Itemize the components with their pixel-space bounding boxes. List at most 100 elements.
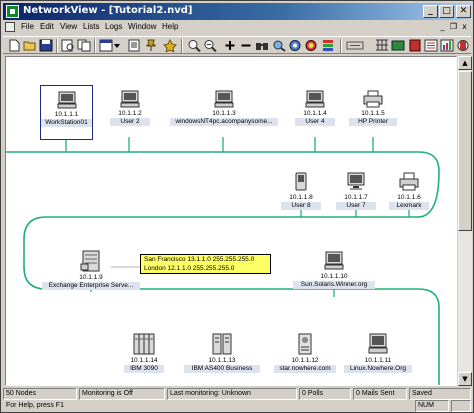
status-last-monitoring: Last monitoring: Unknown [167,388,297,400]
zoom-out-icon[interactable] [203,39,217,52]
node-ip: 10.1.1.10 [320,273,348,280]
node-name: Linux.Nowhere.Org [344,365,412,373]
printer-icon [399,172,419,191]
menu-logs[interactable]: Logs [105,22,122,31]
list-icon[interactable] [346,39,364,52]
node-exchange-server[interactable]: 10.1.1.9 Exchange Enterprise Serve... [42,250,140,290]
status-saved: Saved [409,388,471,400]
node-windowsnt4pc[interactable]: 10.1.1.3 windowsNT4pc.acompanysome... [170,90,278,126]
workstation-icon [368,333,388,354]
menu-window[interactable]: Window [128,22,156,31]
node-ip: 10.1.1.8 [289,194,313,201]
node-hp-printer[interactable]: 10.1.1.5 HP Printer [349,90,397,126]
discover-icon[interactable] [272,39,286,52]
properties-icon[interactable] [127,39,141,52]
pin-icon[interactable] [144,39,158,52]
settings-icon[interactable] [321,39,335,52]
node-sun-solaris[interactable]: 10.1.1.10 Sun.Solaris.Winner.org [293,251,375,289]
node-star-nowhere[interactable]: 10.1.1.12 star.nowhere.com [274,333,336,373]
help-text: For Help, press F1 [6,402,64,409]
toolbar [3,36,471,54]
network-map-canvas[interactable]: 10.1.1.1 WorkStation01 10.1.1.2 User 2 1… [5,56,457,386]
app-window: NetworkView - [Tutorial2.nvd] _ □ ✕ File… [0,0,474,413]
close-button[interactable]: ✕ [456,5,471,18]
document-icon[interactable] [5,22,15,32]
find-icon[interactable] [255,39,269,52]
node-ip: 10.1.1.11 [364,357,392,364]
add-icon[interactable] [223,39,237,52]
node-name: IBM AS400 Business [184,365,260,373]
node-lexmark[interactable]: 10.1.1.6 Lexmark [389,172,429,210]
menu-lists[interactable]: Lists [83,22,99,31]
doc-close-button[interactable]: x [460,22,469,32]
status-polls: 0 Polls [299,388,351,400]
node-name: Lexmark [389,202,429,210]
tooltip-line-1: San Francisco 13.1.1.0 255.255.255.0 [144,256,255,263]
scroll-down-arrow-icon[interactable]: ▼ [458,372,472,386]
chart-icon[interactable] [440,39,454,52]
dropdown-icon[interactable] [113,39,121,52]
workstation-icon [324,251,344,270]
node-ibm-3090[interactable]: 10.1.1.14 IBM 3090 [124,333,164,373]
node-user8[interactable]: 10.1.1.8 User 8 [281,172,321,210]
save-icon[interactable] [39,39,53,52]
node-ip: 10.1.1.4 [303,110,327,117]
node-user2[interactable]: 10.1.1.2 User 2 [110,90,150,126]
new-icon[interactable] [7,39,21,52]
graph-icon[interactable] [304,39,318,52]
node-ip: 10.1.1.13 [208,357,236,364]
help-icon[interactable] [456,39,470,52]
node-name: windowsNT4pc.acompanysome... [170,118,278,126]
mainframe-icon [133,333,155,355]
status-blank-panel [451,400,471,412]
help-bar: For Help, press F1 NUM [3,400,471,412]
node-ip: 10.1.1.5 [361,110,385,117]
node-workstation01[interactable]: 10.1.1.1 WorkStation01 [40,85,93,140]
vertical-scrollbar[interactable]: ▲ ▼ [458,56,472,386]
doc-restore-button[interactable]: ❐ [449,22,458,32]
title-bar[interactable]: NetworkView - [Tutorial2.nvd] _ □ ✕ [3,3,471,20]
as400-icon [212,333,232,355]
book-icon[interactable] [408,39,422,52]
menu-help[interactable]: Help [162,22,178,31]
node-name: User 7 [336,202,376,210]
maximize-button[interactable]: □ [439,5,454,18]
toolbar-separator [56,39,58,53]
copy-icon[interactable] [77,39,91,52]
node-ip: 10.1.1.2 [118,110,142,117]
node-ibm-as400[interactable]: 10.1.1.13 IBM AS400 Business [184,333,260,373]
print-preview-icon[interactable] [61,39,75,52]
menu-file[interactable]: File [21,22,34,31]
properties-icon[interactable] [163,39,177,52]
num-lock-indicator: NUM [415,400,449,412]
status-bar: 50 Nodes Monitoring is Off Last monitori… [3,388,471,400]
node-name: WorkStation01 [41,119,92,127]
ping-icon[interactable] [288,39,302,52]
log-icon[interactable] [391,39,405,52]
node-user7[interactable]: 10.1.1.7 User 7 [336,172,376,210]
status-node-count: 50 Nodes [3,388,77,400]
zoom-in-icon[interactable] [187,39,201,52]
scroll-up-arrow-icon[interactable]: ▲ [458,56,472,70]
status-mails: 0 Mails Sent [353,388,407,400]
tools-icon[interactable] [424,39,438,52]
node-user4[interactable]: 10.1.1.4 User 4 [295,90,335,126]
menu-edit[interactable]: Edit [40,22,54,31]
remove-icon[interactable] [239,39,253,52]
tooltip-line-2: London 12.1.1.0 255.255.255.0 [144,265,235,272]
node-ip: 10.1.1.1 [54,111,79,118]
networkview-app-icon[interactable] [6,5,19,18]
toolbar-separator [181,39,183,53]
menu-view[interactable]: View [60,22,77,31]
minimize-button[interactable]: _ [423,5,438,18]
layout-icon[interactable] [99,39,113,52]
menu-bar: File Edit View Lists Logs Window Help _ … [3,21,471,35]
node-linux-nowhere[interactable]: 10.1.1.11 Linux.Nowhere.Org [344,333,412,373]
doc-minimize-button[interactable]: _ [438,22,447,32]
node-ip: 10.1.1.9 [79,274,103,281]
node-name: IBM 3090 [124,365,164,373]
open-icon[interactable] [23,39,37,52]
node-name: star.nowhere.com [274,365,336,373]
monitor-icon[interactable] [375,39,389,52]
scroll-thumb[interactable] [458,71,472,231]
